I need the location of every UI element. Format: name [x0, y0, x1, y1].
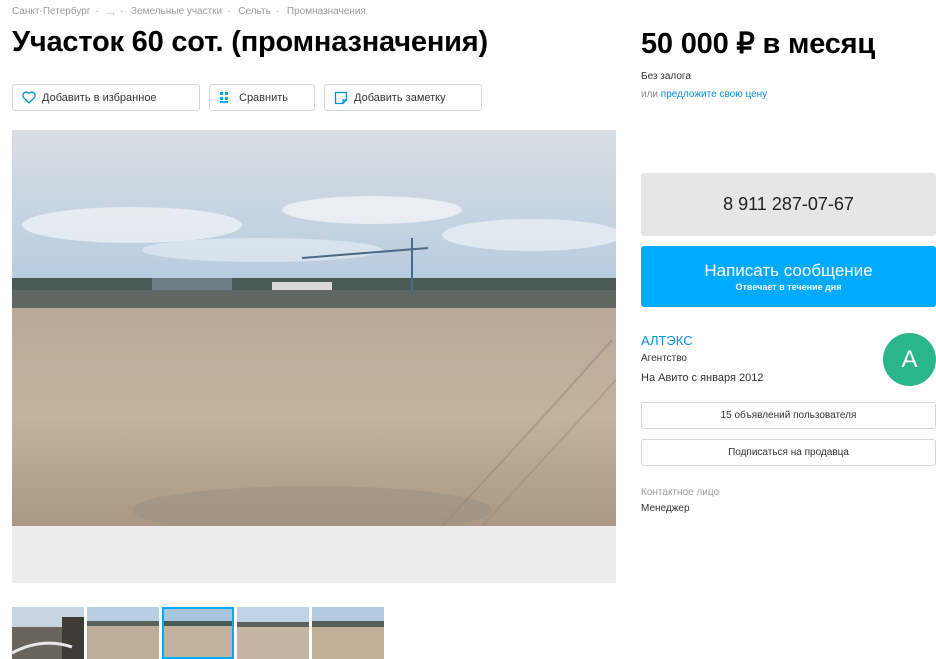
compare-label: Сравнить [239, 91, 289, 104]
add-to-favorites-label: Добавить в избранное [42, 91, 157, 104]
add-to-favorites-button[interactable]: Добавить в избранное [12, 84, 200, 111]
thumbnail-1[interactable] [12, 607, 84, 659]
write-message-label: Написать сообщение [704, 261, 873, 280]
contact-person-label: Контактное лицо [641, 487, 720, 498]
thumbnail-2[interactable] [87, 607, 159, 659]
response-time-label: Отвечает в течение дня [735, 282, 842, 292]
price-offer-prefix: или [641, 89, 659, 100]
seller-ads-button[interactable]: 15 объявлений пользователя [641, 402, 936, 429]
breadcrumb-item-city[interactable]: Санкт-Петербург [12, 6, 90, 17]
seller-name-link[interactable]: АЛТЭКС [641, 333, 693, 348]
contact-person-name: Менеджер [641, 503, 690, 514]
breadcrumb-item-land[interactable]: Земельные участки [131, 6, 222, 17]
subscribe-seller-button[interactable]: Подписаться на продавца [641, 439, 936, 466]
heart-icon [21, 90, 37, 106]
compare-button[interactable]: Сравнить [209, 84, 315, 111]
thumbnail-5[interactable] [312, 607, 384, 659]
page-title: Участок 60 сот. (промназначения) [12, 26, 488, 58]
note-icon [333, 90, 349, 106]
propose-price-link[interactable]: предложите свою цену [661, 89, 767, 100]
compare-icon [218, 90, 234, 106]
thumbnail-3[interactable] [162, 607, 234, 659]
breadcrumb-item-area[interactable]: Сельть [238, 6, 271, 17]
main-photo[interactable] [12, 130, 616, 583]
show-phone-button[interactable]: 8 911 287-07-67 [641, 173, 936, 236]
photo-thumbnails [12, 607, 384, 659]
add-note-button[interactable]: Добавить заметку [324, 84, 482, 111]
add-note-label: Добавить заметку [354, 91, 446, 104]
thumbnail-4[interactable] [237, 607, 309, 659]
price-offer: или предложите свою цену [641, 89, 767, 100]
breadcrumb: Санкт-Петербург · ... · Земельные участки ·… [12, 6, 366, 17]
avatar[interactable]: A [883, 333, 936, 386]
price: 50 000 ₽ в месяц [641, 28, 876, 60]
write-message-button[interactable]: Написать сообщение Отвечает в течение дн… [641, 246, 936, 307]
deposit-info: Без залога [641, 71, 691, 82]
breadcrumb-item-category[interactable]: Промназначения [287, 6, 366, 17]
seller-since: На Авито с января 2012 [641, 372, 764, 384]
seller-type: Агентство [641, 353, 687, 364]
listing-actions: Добавить в избранное Сравнить Добавить з… [12, 84, 482, 111]
breadcrumb-item-ellipsis[interactable]: ... [107, 6, 115, 17]
